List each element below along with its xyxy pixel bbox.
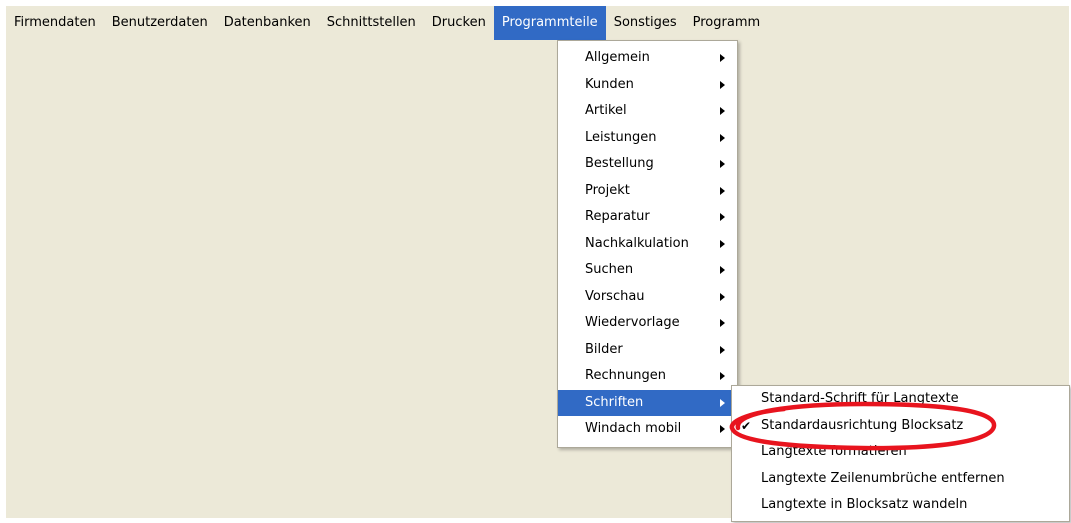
submenu-arrow-icon	[720, 107, 725, 115]
menu-item-schriften[interactable]: Schriften	[558, 389, 737, 416]
submenu-arrow-icon	[720, 160, 725, 168]
menu-item-label: Suchen	[585, 262, 634, 277]
menu-bar: Firmendaten Benutzerdaten Datenbanken Sc…	[6, 6, 769, 40]
menu-item-label: Kunden	[585, 76, 634, 92]
menu-item-label: Leistungen	[585, 129, 657, 145]
menu-item-reparatur[interactable]: Reparatur	[558, 204, 737, 231]
menu-item-nachkalkulation[interactable]: Nachkalkulation	[558, 231, 737, 258]
submenu-arrow-icon	[720, 80, 725, 89]
menu-item-bestellung[interactable]: Bestellung	[558, 151, 737, 178]
menu-item-label: Artikel	[585, 103, 627, 118]
menu-item-langtexte-zeilenumbrueche-entfernen[interactable]: Langtexte Zeilenumbrüche entfernen	[732, 466, 1069, 493]
menu-item-label: Schriften	[585, 394, 644, 410]
menubar-item-programmteile[interactable]: Programmteile	[493, 6, 606, 40]
checkmark-icon: ✔	[741, 418, 752, 433]
menu-item-label: Rechnungen	[585, 368, 667, 383]
menu-item-vorschau[interactable]: Vorschau	[558, 284, 737, 311]
submenu-arrow-icon	[720, 372, 725, 380]
menu-item-suchen[interactable]: Suchen	[558, 257, 737, 284]
menubar-item-sonstiges[interactable]: Sonstiges	[606, 6, 685, 40]
submenu-arrow-icon	[720, 133, 725, 142]
menu-item-standard-schrift[interactable]: Standard-Schrift für Langtexte	[732, 386, 1069, 413]
menu-item-label: Nachkalkulation	[585, 235, 689, 251]
menu-item-label: Vorschau	[585, 288, 645, 304]
submenu-arrow-icon	[720, 398, 725, 407]
menu-item-label: Standardausrichtung Blocksatz	[761, 417, 964, 433]
submenu-arrow-icon	[720, 213, 725, 221]
menu-item-artikel[interactable]: Artikel	[558, 98, 737, 125]
submenu-arrow-icon	[720, 319, 725, 327]
menu-item-label: Wiedervorlage	[585, 315, 680, 330]
submenu-arrow-icon	[720, 345, 725, 354]
menu-item-kunden[interactable]: Kunden	[558, 72, 737, 99]
menubar-item-datenbanken[interactable]: Datenbanken	[216, 6, 319, 40]
menu-item-langtexte-in-blocksatz-wandeln[interactable]: Langtexte in Blocksatz wandeln	[732, 492, 1069, 519]
menu-item-label: Bilder	[585, 341, 623, 357]
menu-item-label: Standard-Schrift für Langtexte	[761, 391, 959, 406]
schriften-submenu: Standard-Schrift für Langtexte ✔ Standard…	[731, 385, 1070, 522]
submenu-arrow-icon	[720, 425, 725, 433]
submenu-arrow-icon	[720, 186, 725, 195]
menu-item-wiedervorlage[interactable]: Wiedervorlage	[558, 310, 737, 337]
menu-item-label: Langtexte Zeilenumbrüche entfernen	[761, 470, 1005, 486]
menu-item-label: Allgemein	[585, 50, 650, 65]
menu-item-projekt[interactable]: Projekt	[558, 178, 737, 205]
programmteile-dropdown-menu: Allgemein Kunden Artikel Leistungen Best…	[557, 40, 738, 448]
menubar-item-benutzerdaten[interactable]: Benutzerdaten	[104, 6, 216, 40]
menu-item-leistungen[interactable]: Leistungen	[558, 125, 737, 152]
menu-item-label: Projekt	[585, 182, 630, 198]
menu-item-allgemein[interactable]: Allgemein	[558, 45, 737, 72]
menu-item-label: Reparatur	[585, 209, 650, 224]
submenu-arrow-icon	[720, 54, 725, 62]
menu-item-windach-mobil[interactable]: Windach mobil	[558, 416, 737, 443]
submenu-arrow-icon	[720, 239, 725, 248]
submenu-arrow-icon	[720, 292, 725, 301]
menu-item-label: Windach mobil	[585, 421, 682, 436]
submenu-arrow-icon	[720, 266, 725, 274]
menu-item-label: Bestellung	[585, 156, 654, 171]
menu-item-label: Langtexte formatieren	[761, 444, 907, 459]
menubar-item-drucken[interactable]: Drucken	[424, 6, 494, 40]
menu-item-bilder[interactable]: Bilder	[558, 337, 737, 364]
menu-item-standardausrichtung-blocksatz[interactable]: ✔ Standardausrichtung Blocksatz	[732, 413, 1069, 440]
menubar-item-schnittstellen[interactable]: Schnittstellen	[319, 6, 424, 40]
menu-item-label: Langtexte in Blocksatz wandeln	[761, 497, 968, 512]
menubar-item-programm[interactable]: Programm	[685, 6, 769, 40]
menu-item-langtexte-formatieren[interactable]: Langtexte formatieren	[732, 439, 1069, 466]
menu-item-rechnungen[interactable]: Rechnungen	[558, 363, 737, 390]
menubar-item-firmendaten[interactable]: Firmendaten	[6, 6, 104, 40]
